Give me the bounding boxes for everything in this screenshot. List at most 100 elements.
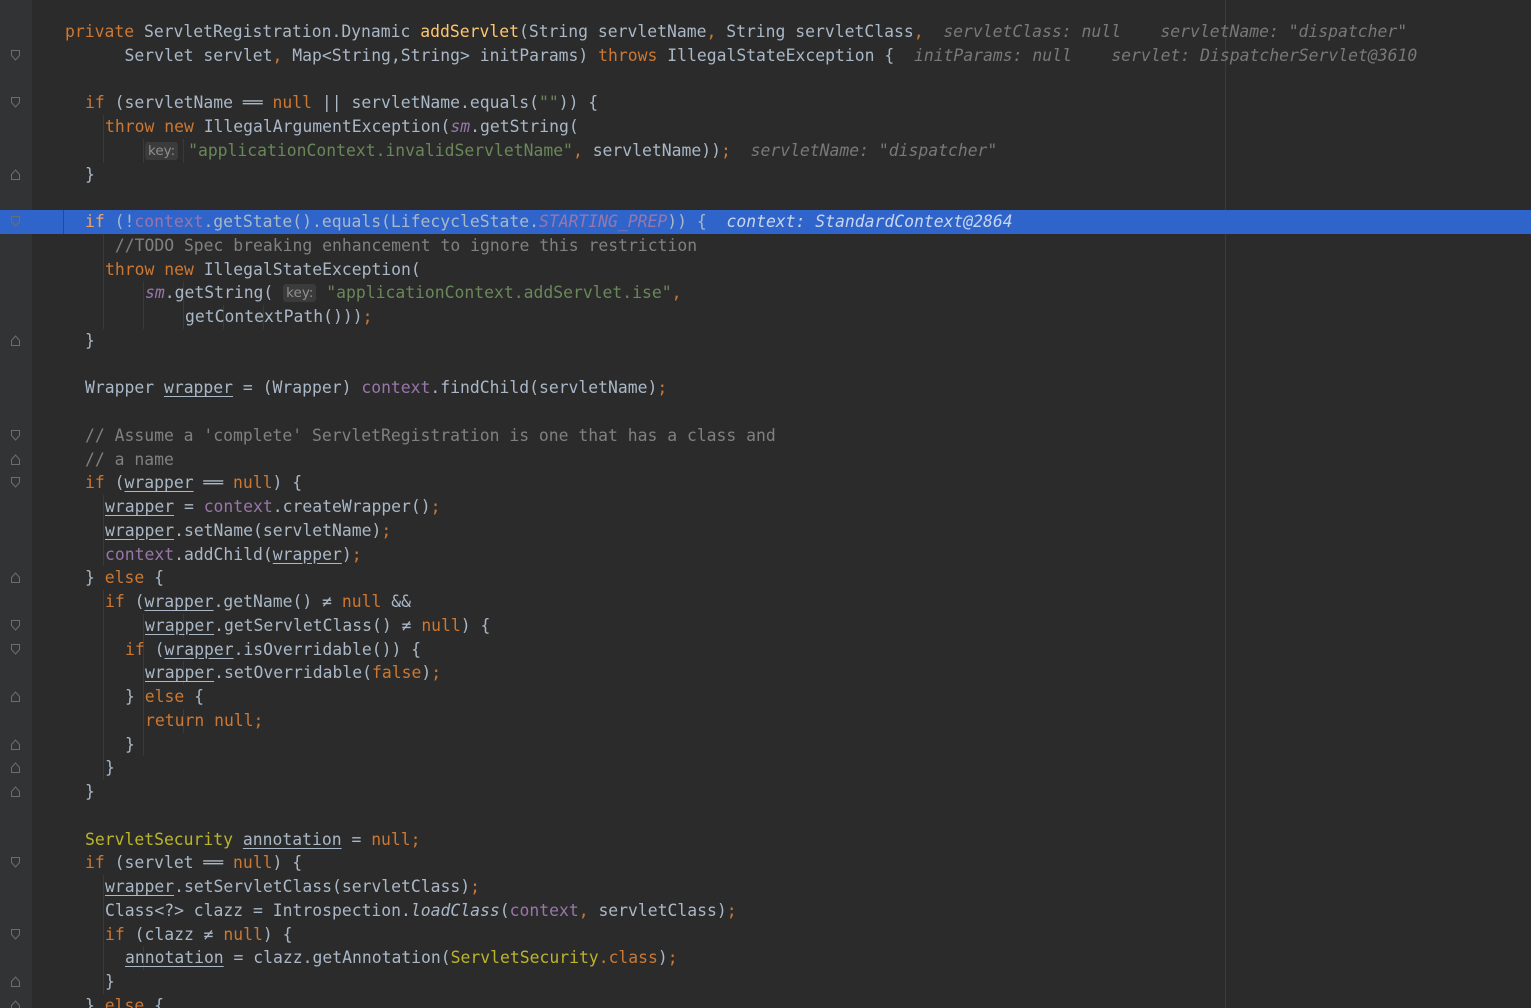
code-line[interactable]: Wrapper wrapper = (Wrapper) context.find… [0,376,1531,400]
code-line[interactable]: wrapper.setOverridable(false); [0,661,1531,685]
code-token: wrapper [164,639,234,659]
code-line[interactable]: if (clazz ≠ null) { [0,922,1531,947]
code-token: else [104,995,155,1008]
code-line[interactable]: if (wrapper.isOverridable()) { [0,637,1531,662]
code-text: wrapper = context.createWrapper(); [105,495,441,519]
code-line[interactable]: Class<?> clazz = Introspection.loadClass… [0,898,1531,923]
fold-open-icon[interactable] [11,49,20,61]
code-token: . [598,948,609,968]
code-line[interactable]: // a name [0,448,1531,472]
code-token: IllegalArgumentException( [203,117,451,136]
code-token: ; [667,948,678,968]
fold-close-icon[interactable] [11,572,20,584]
code-line[interactable]: Servlet servlet, Map<String,String> init… [0,44,1531,68]
code-line[interactable]: } else { [0,566,1531,590]
code-text: key: "applicationContext.invalidServletN… [145,139,997,163]
code-line[interactable]: } [0,970,1531,994]
code-line[interactable]: // Assume a 'complete' ServletRegistrati… [0,424,1531,448]
fold-open-icon[interactable] [11,216,20,227]
inline-debug-value: context: StandardContext@2864 [706,212,1013,231]
code-line[interactable]: if (wrapper.getName() ≠ null && [0,590,1531,614]
fold-close-icon[interactable] [11,334,20,346]
code-line[interactable]: } [0,756,1531,780]
code-token: .addChild( [174,544,273,564]
code-token: null [233,853,273,873]
fold-close-icon[interactable] [11,691,20,702]
fold-close-icon[interactable] [11,762,20,774]
code-line[interactable]: private ServletRegistration.Dynamic addS… [0,20,1531,44]
code-token: .getString( [470,117,579,136]
code-token: ; [726,900,737,920]
code-token: ; [430,497,441,516]
fold-close-icon[interactable] [11,168,20,180]
code-line[interactable] [0,400,1531,424]
fold-open-icon[interactable] [11,619,20,631]
code-token: ══ [193,473,234,493]
code-token: wrapper [105,497,175,516]
execution-point-line[interactable]: if (!context.getState().equals(Lifecycle… [0,210,1531,234]
code-token: addServlet [420,22,519,41]
fold-open-icon[interactable] [11,97,20,109]
fold-open-icon[interactable] [11,857,20,869]
code-editor[interactable]: private ServletRegistration.Dynamic addS… [0,0,1531,1008]
code-line[interactable] [0,353,1531,377]
fold-close-icon[interactable] [11,999,20,1008]
code-line[interactable]: ServletSecurity annotation = null; [0,828,1531,852]
indent-guide [103,542,104,567]
code-line[interactable] [0,68,1531,92]
code-token: .findChild(servletName) [430,378,658,398]
code-line[interactable]: sm.getString( key: "applicationContext.a… [0,281,1531,305]
code-token: } [85,782,95,801]
code-token: null [233,473,273,493]
code-line[interactable]: throw new IllegalStateException( [0,257,1531,282]
code-line[interactable]: return null; [0,708,1531,733]
code-line[interactable]: if (servlet ══ null) { [0,851,1531,875]
code-line[interactable]: } [0,163,1531,187]
code-line[interactable]: } [0,732,1531,757]
code-line[interactable]: key: "applicationContext.invalidServletN… [0,138,1531,163]
code-token: IllegalStateException( [203,259,421,279]
code-line[interactable]: } else { [0,994,1531,1008]
code-line[interactable]: } [0,780,1531,804]
code-line[interactable]: throw new IllegalArgumentException(sm.ge… [0,115,1531,139]
code-token: wrapper [124,473,194,493]
code-text: throw new IllegalStateException( [105,258,421,282]
fold-close-icon[interactable] [11,738,20,750]
code-text: annotation = clazz.getAnnotation(Servlet… [125,946,678,970]
code-token: wrapper [105,520,175,540]
code-line[interactable]: if (wrapper ══ null) { [0,471,1531,495]
fold-close-icon[interactable] [11,786,20,797]
code-token: .getState().equals(LifecycleState. [203,212,539,231]
code-token: (String servletName [518,22,707,41]
code-line[interactable]: if (servletName ══ null || servletName.e… [0,91,1531,115]
code-line[interactable] [0,186,1531,210]
code-text: if (servlet ══ null) { [85,851,302,875]
code-line[interactable]: context.addChild(wrapper); [0,542,1531,567]
fold-open-icon[interactable] [11,477,20,489]
code-line[interactable]: } else { [0,685,1531,709]
code-line[interactable]: wrapper = context.createWrapper(); [0,495,1531,519]
code-line[interactable]: wrapper.setName(servletName); [0,518,1531,543]
fold-open-icon[interactable] [11,643,20,655]
indent-guide [103,898,104,923]
code-line[interactable] [0,804,1531,828]
fold-open-icon[interactable] [11,928,20,940]
code-line[interactable]: wrapper.setServletClass(servletClass); [0,875,1531,899]
code-token: sm [450,117,471,136]
code-line[interactable]: annotation = clazz.getAnnotation(Servlet… [0,946,1531,970]
code-line[interactable]: wrapper.getServletClass() ≠ null) { [0,613,1531,638]
code-token: || servletName.equals( [321,93,539,113]
code-line[interactable]: //TODO Spec breaking enhancement to igno… [0,233,1531,258]
code-token: return null; [145,710,264,730]
code-lines[interactable]: private ServletRegistration.Dynamic addS… [0,20,1531,1008]
indent-guide [103,138,104,163]
fold-close-icon[interactable] [11,453,20,465]
fold-open-icon[interactable] [11,429,20,441]
indent-guide [103,708,104,733]
code-token: throw new [105,117,204,136]
code-line[interactable]: getContextPath())); [0,305,1531,329]
code-token: ) [421,663,432,683]
code-token: "" [538,93,559,113]
fold-close-icon[interactable] [11,976,20,987]
code-line[interactable]: } [0,329,1531,353]
